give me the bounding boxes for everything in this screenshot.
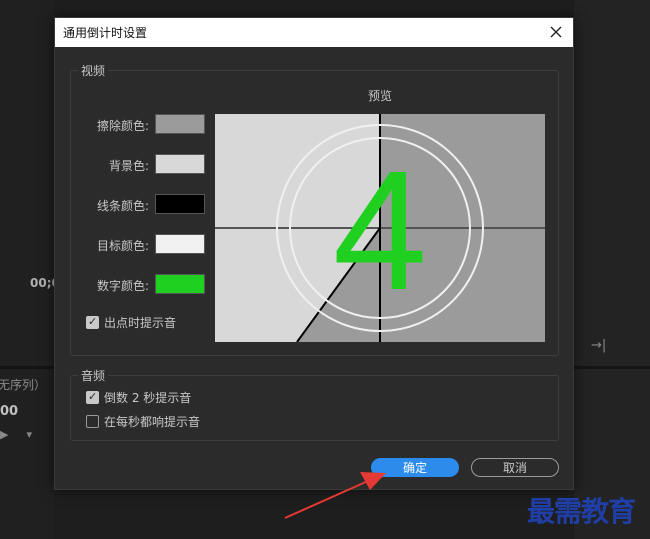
cue-at-out-checkbox[interactable]: ✓ [86,315,99,329]
dialog-titlebar: 通用倒计时设置 [55,18,573,47]
universal-countdown-settings-dialog: 通用倒计时设置 视频 擦除颜色: 背景色: 线条颜色: 目标颜色: 数字颜色: … [54,17,574,490]
digit-color-label: 数字颜色: [96,279,149,293]
close-icon[interactable] [545,21,567,43]
dialog-title: 通用倒计时设置 [63,26,148,40]
go-to-out-icon[interactable]: →| [591,338,606,353]
cue-at-out-label: 出点时提示音 [104,316,177,330]
two-second-beep-label: 倒数 2 秒提示音 [104,391,192,405]
background-color-label: 背景色: [108,159,149,173]
ok-button[interactable]: 确定 [371,458,459,477]
line-color-swatch[interactable] [155,194,205,214]
check-icon: ✓ [88,390,98,403]
watermark-logo: 最需教育 [527,495,636,528]
digit-color-swatch[interactable] [155,274,205,294]
background-sequence-label: 无序列） [0,378,47,392]
wipe-color-label: 擦除颜色: [96,119,149,133]
background-timecode-value: 00 [0,404,19,419]
wipe-color-swatch[interactable] [155,114,205,134]
play-icon[interactable]: ▶ [0,428,26,441]
beep-every-second-checkbox[interactable] [86,415,99,428]
background-playback-icons: ▶▾ [0,428,50,441]
video-group-label: 视频 [78,62,109,79]
target-color-swatch[interactable] [155,234,205,254]
beep-every-second-label: 在每秒都响提示音 [104,415,201,429]
audio-group-label: 音频 [78,367,109,384]
background-color-swatch[interactable] [155,154,205,174]
line-color-label: 线条颜色: [96,199,149,213]
cancel-button[interactable]: 取消 [471,458,559,477]
target-color-label: 目标颜色: [96,239,149,253]
check-icon: ✓ [88,315,98,328]
audio-group [70,375,559,441]
preview-countdown-digit: 4 [333,136,428,326]
two-second-beep-checkbox[interactable]: ✓ [86,390,99,404]
background-left-panel [0,0,54,539]
countdown-preview: 4 [215,114,545,342]
preview-label: 预览 [368,89,393,103]
marker-icon[interactable]: ▾ [26,428,50,441]
background-right-panel [574,0,650,539]
